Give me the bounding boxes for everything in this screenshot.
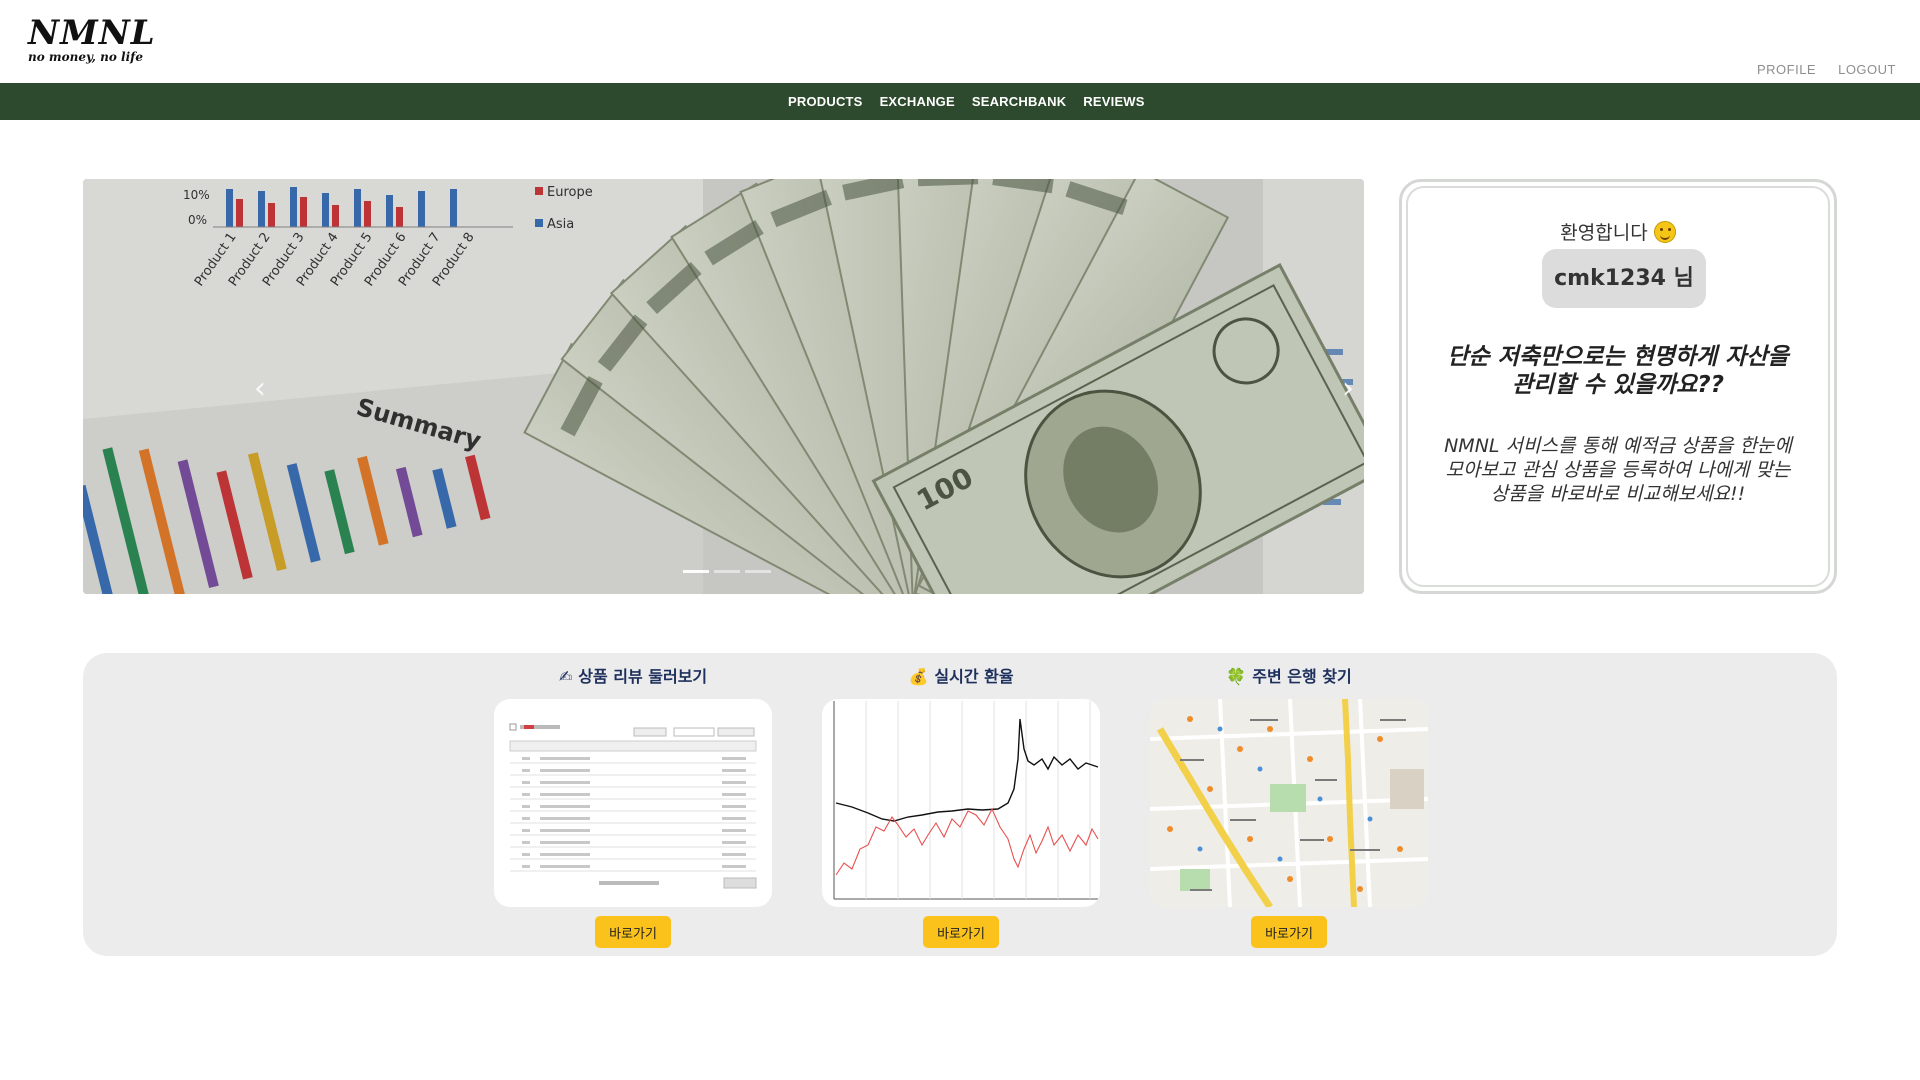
bank-search-go-button[interactable]: 바로가기 bbox=[1251, 916, 1327, 948]
nav-products[interactable]: PRODUCTS bbox=[788, 94, 863, 109]
feature-exchange-title-text: 실시간 환율 bbox=[934, 667, 1014, 686]
carousel-indicators bbox=[683, 570, 771, 573]
smile-emoji-icon bbox=[1653, 221, 1676, 243]
carousel-indicator-1[interactable] bbox=[683, 570, 709, 573]
username-chip: cmk1234 님 bbox=[1542, 249, 1706, 308]
exchange-chart-preview bbox=[833, 701, 1099, 900]
carousel-prev-button[interactable]: ‹ bbox=[245, 369, 275, 409]
main-nav: PRODUCTS EXCHANGE SEARCHBANK REVIEWS bbox=[0, 83, 1920, 120]
writing-hand-icon: ✍ bbox=[558, 667, 573, 686]
logo[interactable]: NMNL no money, no life bbox=[28, 13, 156, 74]
exchange-go-button[interactable]: 바로가기 bbox=[923, 916, 999, 948]
feature-reviews-title: ✍ 상품 리뷰 둘러보기 bbox=[464, 663, 802, 687]
carousel-indicator-3[interactable] bbox=[745, 570, 771, 573]
logout-link[interactable]: LOGOUT bbox=[1838, 62, 1896, 77]
money-bag-icon: 💰 bbox=[908, 667, 929, 686]
hero-carousel: 10% 0% Europe Asia Product 1 Product 2 P… bbox=[83, 179, 1364, 594]
chevron-right-icon: › bbox=[1342, 371, 1354, 406]
user-links: PROFILE LOGOUT bbox=[1757, 62, 1896, 77]
feature-reviews-title-text: 상품 리뷰 둘러보기 bbox=[578, 667, 708, 686]
clover-icon: 🍀 bbox=[1226, 667, 1247, 686]
carousel-next-button[interactable]: › bbox=[1333, 369, 1363, 409]
site-header: NMNL no money, no life PROFILE LOGOUT bbox=[0, 0, 1920, 83]
welcome-headline: 단순 저축만으로는 현명하게 자산을 관리할 수 있을까요?? bbox=[1447, 344, 1789, 398]
welcome-greeting-text: 환영합니다 bbox=[1560, 222, 1648, 244]
logo-subtitle: no money, no life bbox=[28, 50, 143, 64]
welcome-description: NMNL 서비스를 통해 예적금 상품을 한눈에 모아보고 관심 상품을 등록하… bbox=[1444, 435, 1792, 505]
chevron-left-icon: ‹ bbox=[254, 371, 266, 406]
welcome-greeting: 환영합니다 bbox=[1408, 218, 1828, 245]
carousel-indicator-2[interactable] bbox=[714, 570, 740, 573]
bank-map-preview bbox=[1150, 699, 1428, 907]
logo-title: NMNL bbox=[28, 13, 156, 53]
nav-searchbank[interactable]: SEARCHBANK bbox=[972, 94, 1066, 109]
reviews-go-button[interactable]: 바로가기 bbox=[595, 916, 671, 948]
reviews-table-preview bbox=[509, 723, 757, 889]
nav-reviews[interactable]: REVIEWS bbox=[1083, 94, 1144, 109]
feature-bank-search-title-text: 주변 은행 찾기 bbox=[1252, 667, 1352, 686]
welcome-card-inner: 환영합니다 cmk1234 님 단순 저축만으로는 현명하게 자산을 관리할 수… bbox=[1406, 186, 1830, 587]
feature-exchange-title: 💰 실시간 환율 bbox=[792, 663, 1130, 687]
exchange-preview-thumbnail[interactable] bbox=[822, 699, 1100, 907]
carousel-slide-image: 10% 0% Europe Asia Product 1 Product 2 P… bbox=[83, 179, 1364, 594]
bank-map-preview-thumbnail[interactable] bbox=[1150, 699, 1428, 907]
profile-link[interactable]: PROFILE bbox=[1757, 62, 1816, 77]
reviews-preview-thumbnail[interactable] bbox=[494, 699, 772, 907]
welcome-card: 환영합니다 cmk1234 님 단순 저축만으로는 현명하게 자산을 관리할 수… bbox=[1399, 179, 1837, 594]
feature-panel: ✍ 상품 리뷰 둘러보기 바로가기 💰 실시간 환율 바로가기 🍀 주변 은행 … bbox=[83, 653, 1837, 956]
feature-bank-search-title: 🍀 주변 은행 찾기 bbox=[1120, 663, 1458, 687]
nav-exchange[interactable]: EXCHANGE bbox=[880, 94, 955, 109]
